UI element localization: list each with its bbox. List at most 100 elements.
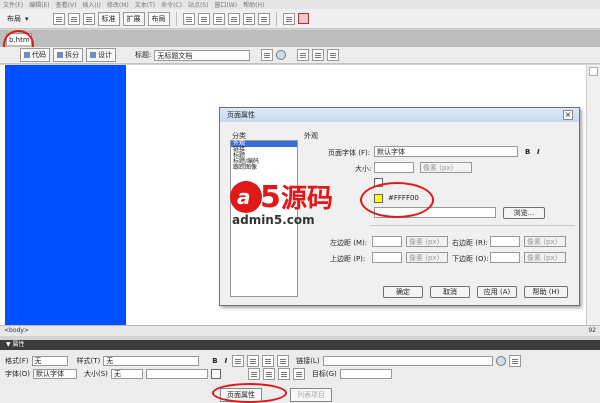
bold-button[interactable]: B [212, 357, 217, 365]
menu-help[interactable]: 帮助(H) [243, 0, 264, 9]
align-left-icon[interactable] [232, 355, 245, 367]
insert-toolbar: 布局 ▾ 标准 扩展 布局 [0, 9, 600, 29]
outdent-icon[interactable] [262, 368, 275, 380]
page-font-select[interactable]: 默认字体 [374, 146, 518, 157]
title-label: 标题: [135, 51, 152, 59]
visual-aids-icon[interactable] [327, 49, 340, 61]
link-input[interactable] [322, 356, 493, 366]
justify-icon[interactable] [277, 355, 290, 367]
admin5-watermark-logo: a 5 源码 admin5.com [230, 180, 333, 227]
margin-left-input[interactable] [372, 236, 402, 247]
toolbar-divider [175, 11, 177, 26]
tabular-data-icon[interactable] [297, 13, 309, 24]
indent-icon[interactable] [247, 368, 260, 380]
margin-top-input[interactable] [372, 252, 402, 263]
layout-cell-icon[interactable] [197, 12, 210, 25]
cancel-button[interactable]: 取消 [430, 286, 470, 298]
document-toolbar: 代码 拆分 设计 标题: 无标题文档 [0, 47, 600, 64]
menu-file[interactable]: 文件(F) [3, 0, 23, 9]
blue-layout-block[interactable] [5, 65, 126, 325]
properties-header[interactable]: ▼ 属性 [0, 340, 600, 350]
size-select[interactable] [374, 162, 414, 173]
align-right-icon[interactable] [262, 355, 275, 367]
apply-button[interactable]: 应用 (A) [477, 286, 517, 298]
font-italic-button[interactable]: I [537, 148, 540, 156]
close-icon[interactable]: × [563, 110, 573, 120]
standard-mode-button[interactable]: 标准 [97, 11, 120, 26]
margin-left-label: 左边距 (M): [330, 239, 368, 247]
link-label: 链接(L) [296, 357, 320, 365]
align-center-icon[interactable] [247, 355, 260, 367]
layout-dropdown[interactable]: 布局 ▾ [4, 13, 32, 25]
margin-bottom-input[interactable] [490, 252, 520, 263]
view-options-icon[interactable] [312, 49, 325, 61]
menu-view[interactable]: 查看(V) [56, 0, 77, 9]
table-icon[interactable] [52, 12, 65, 25]
file-management-icon[interactable] [261, 49, 274, 61]
code-view-button[interactable]: 代码 [20, 48, 50, 62]
browse-button[interactable]: 浏览... [503, 207, 545, 219]
expanded-mode-button[interactable]: 扩展 [122, 11, 145, 26]
window-size: 92 [588, 327, 596, 334]
browse-folder-icon[interactable] [508, 355, 521, 367]
margin-right-unit: 像素 (px) [524, 236, 566, 247]
insert-row-icon[interactable] [212, 12, 225, 25]
ordered-list-icon[interactable] [277, 368, 290, 380]
layout-mode-button[interactable]: 布局 [147, 11, 170, 26]
design-view-button[interactable]: 设计 [86, 48, 116, 62]
design-view-label: 设计 [98, 51, 112, 59]
menu-modify[interactable]: 修改(M) [107, 0, 129, 9]
insert-column-right-icon[interactable] [257, 12, 270, 25]
menu-site[interactable]: 站点(S) [188, 0, 209, 9]
text-color-picker[interactable] [210, 369, 221, 379]
menu-edit[interactable]: 编辑(E) [29, 0, 49, 9]
font-bold-button[interactable]: B [525, 148, 530, 156]
style-select[interactable]: 无 [103, 356, 200, 366]
margin-bottom-label: 下边距 (O): [452, 255, 489, 263]
chevron-down-icon: ▾ [25, 14, 29, 23]
ok-button[interactable]: 确定 [383, 286, 423, 298]
layer-icon[interactable] [82, 12, 95, 25]
menu-text[interactable]: 文本(T) [135, 0, 155, 9]
vertical-scrollbar[interactable] [586, 65, 600, 325]
margin-right-input[interactable] [490, 236, 520, 247]
svg-text:admin5.com: admin5.com [232, 213, 315, 227]
refresh-icon[interactable] [297, 49, 310, 61]
italic-button[interactable]: I [225, 357, 228, 365]
frames-icon[interactable] [282, 12, 295, 25]
format-label: 格式(F) [5, 357, 29, 365]
size-unit-select[interactable] [145, 369, 208, 379]
document-title-input[interactable]: 无标题文档 [154, 49, 251, 61]
menu-insert[interactable]: 插入(I) [82, 0, 100, 9]
help-button[interactable]: 帮助 (H) [524, 286, 568, 298]
properties-row-2: 字体(O) 默认字体 大小(S) 无 目标(G) [5, 368, 392, 380]
insert-column-icon[interactable] [227, 12, 240, 25]
scroll-up-icon[interactable] [589, 67, 598, 76]
list-item-button: 列表项目 [290, 388, 332, 402]
div-icon[interactable] [67, 12, 80, 25]
point-to-file-icon[interactable] [495, 356, 506, 366]
font-label: 字体(O) [5, 370, 30, 378]
menu-bar: 文件(F) 编辑(E) 查看(V) 插入(I) 修改(M) 文本(T) 命令(C… [0, 0, 600, 9]
svg-text:源码: 源码 [281, 184, 333, 214]
layout-dropdown-label: 布局 [7, 14, 21, 23]
font-select[interactable]: 默认字体 [32, 369, 77, 379]
format-select[interactable]: 无 [31, 356, 68, 366]
margin-top-unit: 像素 (px) [406, 252, 448, 263]
menu-commands[interactable]: 命令(C) [161, 0, 182, 9]
margin-bottom-unit: 像素 (px) [524, 252, 566, 263]
target-select[interactable] [339, 369, 392, 379]
properties-row-1: 格式(F) 无 样式(T) 无 B I 链接(L) [5, 355, 521, 367]
layout-table-icon[interactable] [182, 12, 195, 25]
unordered-list-icon[interactable] [292, 368, 305, 380]
insert-row-below-icon[interactable] [242, 12, 255, 25]
category-tracing-image[interactable]: 跟踪图像 [231, 165, 297, 171]
size-select[interactable]: 无 [110, 369, 143, 379]
preview-browser-icon[interactable] [276, 50, 287, 60]
size-label: 大小(S) [83, 370, 108, 378]
margin-top-label: 上边距 (P): [330, 255, 366, 263]
tag-selector[interactable]: <body> [4, 327, 29, 334]
split-view-button[interactable]: 拆分 [53, 48, 83, 62]
margin-left-unit: 像素 (px) [406, 236, 448, 247]
menu-window[interactable]: 窗口(W) [214, 0, 237, 9]
